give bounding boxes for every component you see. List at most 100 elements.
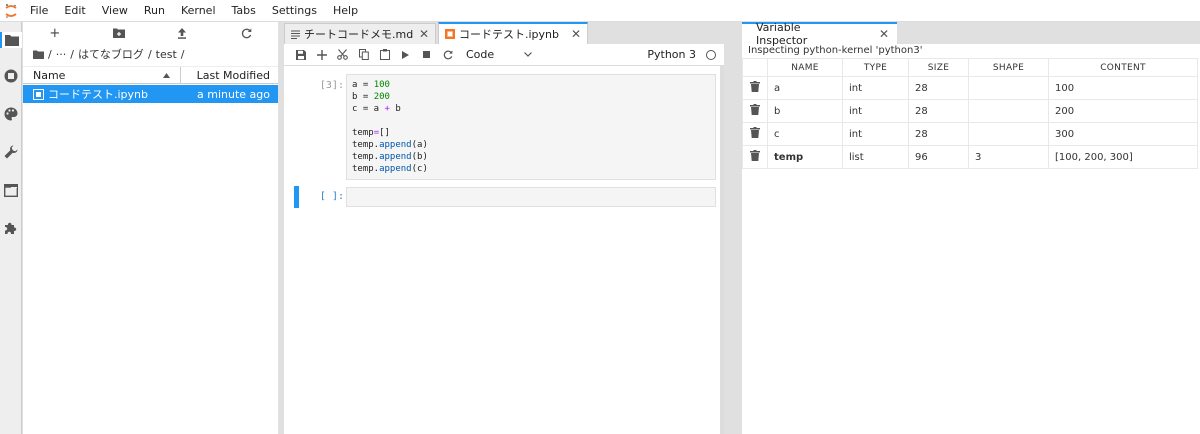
- variable-name[interactable]: b: [767, 99, 843, 123]
- tab-label: コードテスト.ipynb: [459, 28, 559, 41]
- cell-type-value: Code: [466, 48, 495, 61]
- run-button[interactable]: [395, 45, 416, 65]
- plus-icon: +: [49, 25, 61, 41]
- kernel-idle-icon: [706, 49, 716, 60]
- tab-variable-inspector[interactable]: Variable Inspector ✕: [742, 21, 897, 47]
- variable-size: 28: [908, 99, 969, 123]
- breadcrumb-ellipsis[interactable]: ···: [56, 48, 67, 61]
- table-row: temp list 96 3 [100, 200, 300]: [742, 145, 1198, 169]
- column-header: SHAPE: [968, 58, 1049, 77]
- tab-label: チートコードメモ.md: [304, 28, 414, 41]
- refresh-button[interactable]: [234, 23, 258, 43]
- inspector-tab-bar: Variable Inspector ✕: [742, 21, 1200, 47]
- folder-icon[interactable]: [0, 32, 22, 48]
- insert-cell-button[interactable]: [311, 45, 332, 65]
- chevron-down-icon: [524, 52, 533, 57]
- breadcrumb-folder[interactable]: はてなブログ: [78, 46, 144, 62]
- table-row: b int 28 200: [742, 99, 1198, 123]
- cell-editor[interactable]: [346, 187, 716, 207]
- file-list-item[interactable]: コードテスト.ipynb a minute ago: [23, 85, 278, 103]
- cell-prompt: [ ]:: [319, 191, 344, 202]
- variable-size: 96: [908, 145, 969, 169]
- notebook-toolbar: Code Python 3: [284, 44, 724, 66]
- home-folder-icon[interactable]: [33, 50, 44, 59]
- variable-content: 300: [1048, 122, 1198, 146]
- delete-variable-button[interactable]: [742, 122, 768, 146]
- breadcrumb-separator: /: [70, 47, 74, 61]
- menu-tabs[interactable]: Tabs: [224, 0, 264, 22]
- refresh-icon: [241, 28, 251, 38]
- jupyter-logo-icon: [0, 0, 22, 22]
- text-file-icon: [291, 30, 300, 39]
- paste-icon: [379, 49, 390, 60]
- palette-icon[interactable]: [3, 106, 19, 122]
- menu-view[interactable]: View: [94, 0, 136, 22]
- menu-help[interactable]: Help: [325, 0, 366, 22]
- new-launcher-button[interactable]: +: [43, 23, 67, 43]
- menu-edit[interactable]: Edit: [56, 0, 93, 22]
- code-line: temp.append(c): [352, 164, 428, 174]
- trash-icon: [750, 150, 760, 161]
- panel-splitter[interactable]: [724, 22, 742, 434]
- variable-content: 200: [1048, 99, 1198, 123]
- variable-name[interactable]: temp: [767, 145, 843, 169]
- code-line: temp=[]: [352, 128, 390, 138]
- menu-bar: File Edit View Run Kernel Tabs Settings …: [0, 0, 1200, 22]
- name-column-header[interactable]: Name: [23, 67, 181, 83]
- main-tab-bar: チートコードメモ.md ✕ コードテスト.ipynb ✕: [284, 22, 724, 44]
- notebook-panel: チートコードメモ.md ✕ コードテスト.ipynb ✕ Code Python…: [284, 22, 724, 434]
- name-column-label: Name: [33, 68, 66, 82]
- close-icon[interactable]: ✕: [419, 27, 429, 41]
- code-line: temp.append(b): [352, 152, 428, 162]
- refresh-icon: [443, 49, 452, 59]
- variable-content: [100, 200, 300]: [1048, 145, 1198, 169]
- restart-button[interactable]: [437, 45, 458, 65]
- delete-variable-button[interactable]: [742, 99, 768, 123]
- new-folder-button[interactable]: [107, 23, 131, 43]
- interrupt-button[interactable]: [416, 45, 437, 65]
- table-header-row: NAME TYPE SIZE SHAPE CONTENT: [742, 58, 1198, 77]
- running-icon[interactable]: [3, 68, 19, 84]
- copy-button[interactable]: [353, 45, 374, 65]
- variable-content: 100: [1048, 76, 1198, 100]
- code-line: temp.append(a): [352, 140, 428, 150]
- stop-icon: [423, 51, 430, 58]
- variable-shape: [968, 99, 1049, 123]
- variable-name[interactable]: c: [767, 122, 843, 146]
- tab-markdown-file[interactable]: チートコードメモ.md ✕: [284, 23, 436, 44]
- plus-icon: [316, 49, 327, 60]
- menu-kernel[interactable]: Kernel: [173, 0, 224, 22]
- variable-size: 28: [908, 76, 969, 100]
- variable-inspector-panel: Variable Inspector ✕ Inspecting python-k…: [742, 21, 1200, 434]
- delete-variable-button[interactable]: [742, 145, 768, 169]
- cell-editor[interactable]: a = 100 b = 200 c = a + b temp=[] temp.a…: [346, 74, 716, 180]
- file-modified: a minute ago: [197, 87, 270, 101]
- extension-icon[interactable]: [3, 220, 19, 236]
- paste-button[interactable]: [374, 45, 395, 65]
- wrench-icon[interactable]: [3, 144, 19, 160]
- column-header: TYPE: [842, 58, 909, 77]
- table-row: c int 28 300: [742, 122, 1198, 146]
- kernel-name: Python 3: [647, 48, 696, 61]
- trash-icon: [750, 104, 760, 115]
- variable-shape: [968, 122, 1049, 146]
- breadcrumb-folder[interactable]: test: [156, 48, 177, 61]
- delete-column-header: [742, 58, 768, 77]
- cut-button[interactable]: [332, 45, 353, 65]
- kernel-status[interactable]: Python 3: [647, 48, 724, 61]
- menu-settings[interactable]: Settings: [264, 0, 325, 22]
- close-icon[interactable]: ✕: [879, 27, 889, 41]
- delete-variable-button[interactable]: [742, 76, 768, 100]
- cell-type-dropdown[interactable]: Code: [458, 48, 533, 61]
- menu-run[interactable]: Run: [136, 0, 173, 22]
- upload-button[interactable]: [170, 23, 194, 43]
- menu-file[interactable]: File: [22, 0, 56, 22]
- save-button[interactable]: [290, 45, 311, 65]
- tabs-icon[interactable]: [3, 182, 19, 198]
- modified-column-header[interactable]: Last Modified: [181, 67, 278, 83]
- close-icon[interactable]: ✕: [571, 27, 581, 41]
- tab-notebook-file[interactable]: コードテスト.ipynb ✕: [438, 22, 588, 44]
- sort-ascending-icon: [163, 72, 170, 78]
- code-line: b = 200: [352, 92, 390, 102]
- variable-name[interactable]: a: [767, 76, 843, 100]
